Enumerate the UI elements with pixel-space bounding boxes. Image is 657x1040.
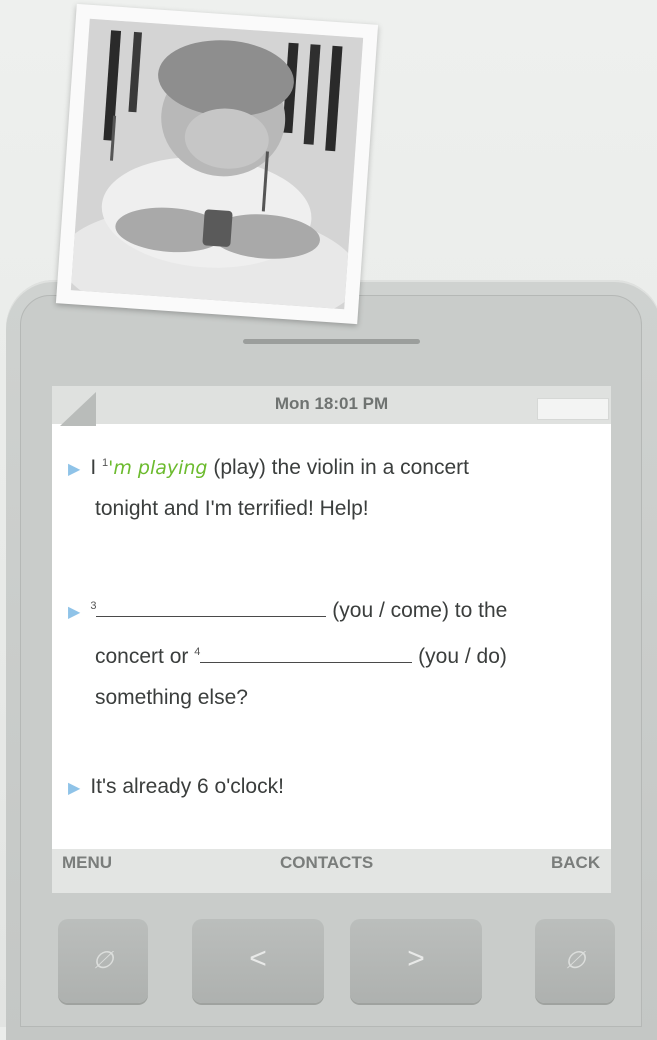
gap-blank-4[interactable] xyxy=(200,644,413,663)
message-2-line-3: something else? xyxy=(95,686,248,709)
menu-softkey[interactable]: MENU xyxy=(62,853,112,873)
message-2-line-2-pre: concert or xyxy=(95,645,195,668)
left-call-key[interactable]: ∅ xyxy=(58,919,148,1003)
play-arrow-icon: ▶ xyxy=(68,604,81,621)
message-1-line-2: tonight and I'm terrified! Help! xyxy=(95,497,369,520)
speaker-slot xyxy=(243,339,420,344)
left-arrow-label: < xyxy=(249,942,267,975)
profile-photo xyxy=(55,3,379,325)
message-1-rest: (play) the violin in a concert xyxy=(207,456,469,479)
back-softkey[interactable]: BACK xyxy=(551,853,600,873)
right-nav-key[interactable]: > xyxy=(350,919,482,1003)
right-call-key[interactable]: ∅ xyxy=(535,919,615,1003)
gap-blank-3[interactable] xyxy=(96,598,327,617)
contacts-softkey[interactable]: CONTACTS xyxy=(280,853,373,873)
play-arrow-icon: ▶ xyxy=(68,461,81,478)
message-2-line-2: concert or 4 (you / do) xyxy=(95,631,507,678)
message-2-line-2-rest: (you / do) xyxy=(412,645,507,668)
phone-slash-icon: ∅ xyxy=(92,947,114,974)
message-2-line-1: ▶ 3 (you / come) to the xyxy=(68,585,507,634)
left-nav-key[interactable]: < xyxy=(192,919,324,1003)
message-2-line-1-rest: (you / come) to the xyxy=(326,599,508,622)
message-1-line-1: ▶ I 1'm playing (play) the violin in a co… xyxy=(68,442,469,491)
message-1-prefix: I xyxy=(90,456,102,479)
phone-slash-icon: ∅ xyxy=(564,947,586,974)
status-time: Mon 18:01 PM xyxy=(274,394,389,413)
message-3: ▶ It's already 6 o'clock! xyxy=(68,766,284,810)
gap-answer-1: 'm playing xyxy=(108,457,208,479)
message-3-text: It's already 6 o'clock! xyxy=(90,775,284,798)
play-arrow-icon: ▶ xyxy=(68,780,81,797)
right-arrow-label: > xyxy=(407,942,425,975)
photo-image xyxy=(70,18,364,310)
